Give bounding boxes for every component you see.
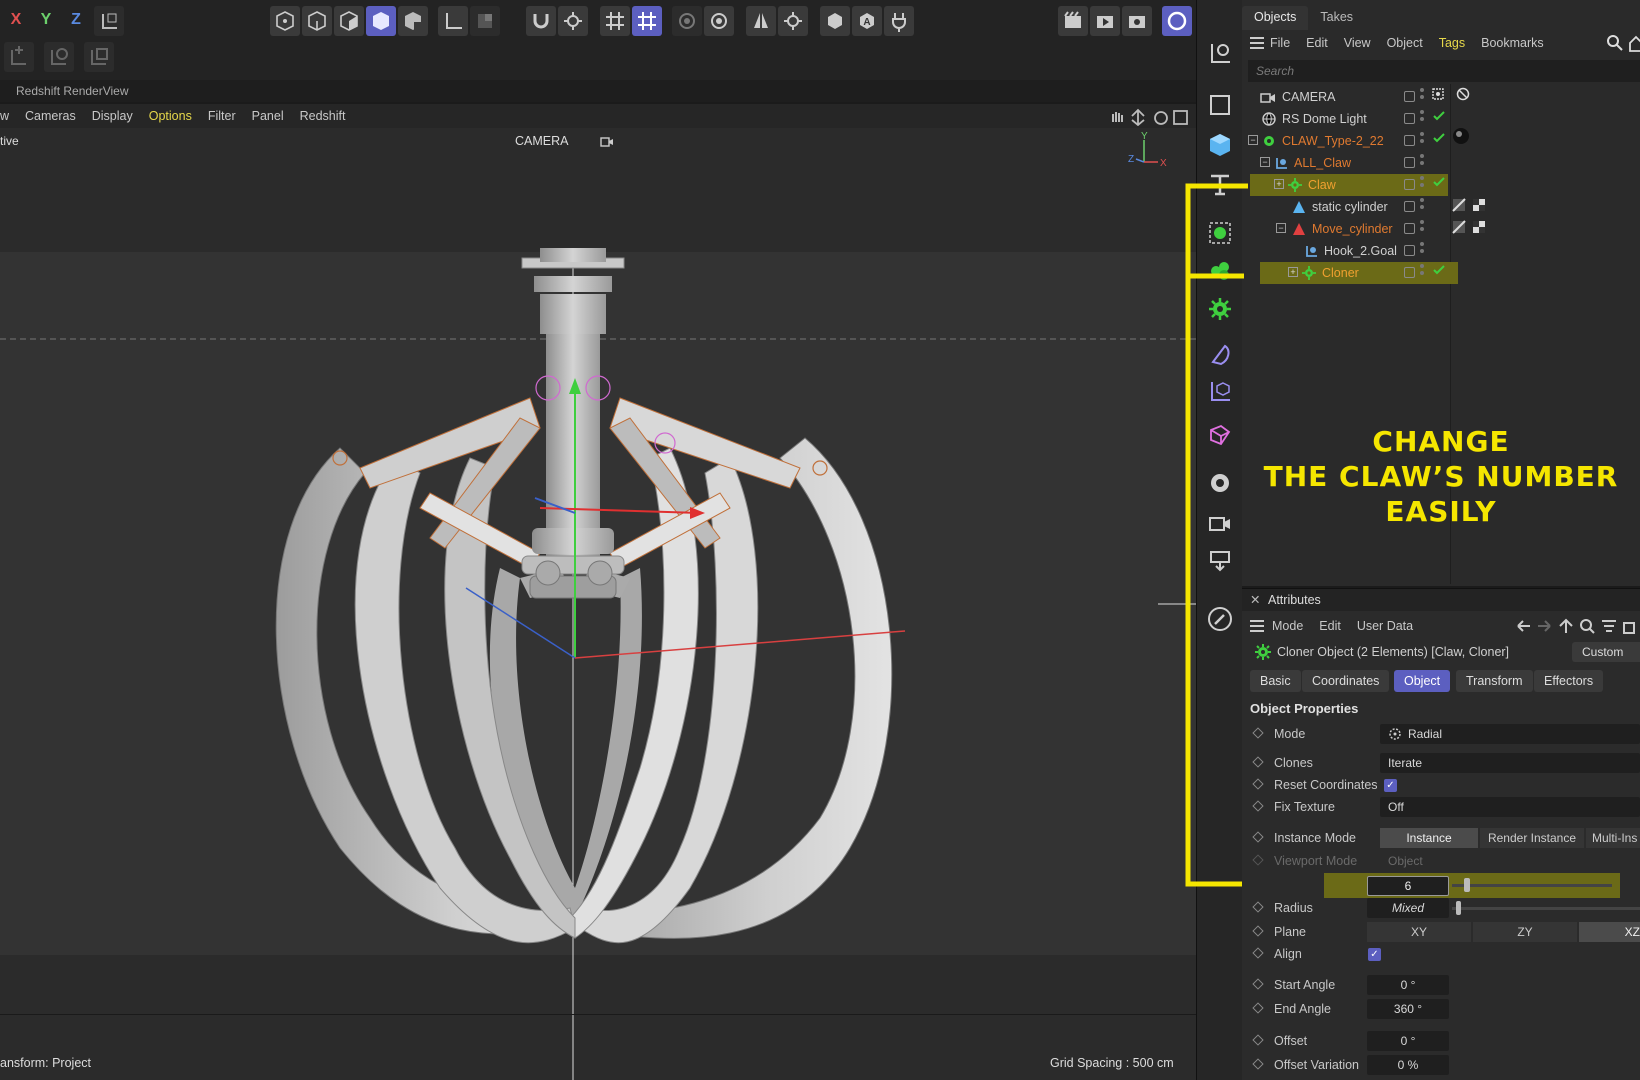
fix-texture-dropdown[interactable]: Off — [1380, 797, 1640, 817]
close-icon[interactable]: ✕ — [1250, 589, 1260, 611]
prop-label: Reset Coordinates — [1274, 778, 1378, 792]
annotation-line-1: CHANGE — [1372, 425, 1510, 458]
prop-label: Align — [1274, 947, 1302, 961]
plane-xz[interactable]: XZ — [1579, 922, 1640, 942]
prop-start-angle: Start Angle 0 ° — [1242, 975, 1640, 997]
prop-instance-mode: Instance Mode Instance Render Instance M… — [1242, 828, 1640, 850]
keyframe-diamond-icon[interactable] — [1252, 800, 1264, 812]
prop-align: Align ✓ — [1242, 944, 1640, 966]
radius-input[interactable]: Mixed — [1367, 898, 1449, 918]
attributes-object-title: Cloner Object (2 Elements) [Claw, Cloner… — [1277, 645, 1510, 659]
prop-offset-variation: Offset Variation 0 % — [1242, 1055, 1640, 1077]
attr-tab-object[interactable]: Object — [1394, 670, 1451, 692]
attr-menu-mode[interactable]: Mode — [1272, 619, 1303, 633]
offset-input[interactable]: 0 ° — [1367, 1031, 1449, 1051]
annotation-line-2: THE CLAW’S NUMBER — [1263, 460, 1619, 493]
prop-label: Plane — [1274, 925, 1306, 939]
keyframe-diamond-icon[interactable] — [1252, 978, 1264, 990]
keyframe-diamond-icon[interactable] — [1252, 1034, 1264, 1046]
prop-viewport-mode: Viewport Mode Object — [1242, 851, 1640, 873]
prop-plane: Plane XY ZY XZ — [1242, 922, 1640, 944]
viewport-mode-value: Object — [1388, 854, 1423, 868]
attr-tab-coordinates[interactable]: Coordinates — [1302, 670, 1390, 692]
prop-fix-texture: Fix Texture Off — [1242, 797, 1640, 819]
prop-reset-coordinates: Reset Coordinates ✓ — [1242, 775, 1640, 797]
attributes-lower: Radius Mixed Plane XY ZY XZ Align ✓ Star… — [1242, 898, 1640, 1080]
keyframe-diamond-icon[interactable] — [1252, 1058, 1264, 1070]
end-angle-input[interactable]: 360 ° — [1367, 999, 1449, 1019]
attr-tab-effectors[interactable]: Effectors — [1534, 670, 1604, 692]
attr-menu-user-data[interactable]: User Data — [1357, 619, 1413, 633]
attr-tab-transform[interactable]: Transform — [1456, 670, 1533, 692]
prop-clones: Clones Iterate — [1242, 753, 1640, 775]
custom-layout-button[interactable]: Custom — [1572, 642, 1640, 662]
keyframe-diamond-icon[interactable] — [1252, 778, 1264, 790]
reset-coordinates-checkbox[interactable]: ✓ — [1384, 779, 1397, 792]
object-properties-heading: Object Properties — [1250, 701, 1359, 716]
attr-menu-edit[interactable]: Edit — [1319, 619, 1341, 633]
prop-label: Fix Texture — [1274, 800, 1335, 814]
radius-slider-handle[interactable] — [1456, 901, 1461, 915]
prop-label: Mode — [1274, 727, 1306, 741]
offset-variation-input[interactable]: 0 % — [1367, 1055, 1449, 1075]
keyframe-diamond-icon[interactable] — [1252, 947, 1264, 959]
attr-tab-basic[interactable]: Basic — [1250, 670, 1301, 692]
prop-label: Start Angle — [1274, 978, 1336, 992]
attributes-header: ✕ Attributes — [1242, 589, 1640, 611]
mode-value: Radial — [1408, 727, 1443, 741]
prop-radius: Radius Mixed — [1242, 898, 1640, 920]
prop-label: Instance Mode — [1274, 831, 1356, 845]
prop-label: Offset Variation — [1274, 1058, 1359, 1072]
plane-xy[interactable]: XY — [1367, 922, 1471, 942]
attr-nav-icons[interactable] — [1514, 617, 1640, 635]
count-slider-handle[interactable] — [1464, 878, 1470, 892]
instance-mode-multi-instance[interactable]: Multi-Ins — [1586, 828, 1640, 848]
keyframe-diamond-icon[interactable] — [1252, 901, 1264, 913]
keyframe-diamond-icon[interactable] — [1252, 756, 1264, 768]
keyframe-diamond-icon[interactable] — [1252, 831, 1264, 843]
keyframe-diamond-icon[interactable] — [1252, 727, 1264, 739]
keyframe-diamond-icon — [1252, 854, 1264, 866]
annotation-callout: CHANGE THE CLAW’S NUMBER EASILY — [1242, 424, 1640, 529]
instance-mode-instance[interactable]: Instance — [1380, 828, 1478, 848]
instance-mode-render-instance[interactable]: Render Instance — [1480, 828, 1584, 848]
radial-mode-icon — [1389, 728, 1401, 740]
prop-label: Offset — [1274, 1034, 1308, 1048]
prop-label: End Angle — [1274, 1002, 1331, 1016]
mode-dropdown[interactable]: Radial — [1380, 724, 1640, 744]
keyframe-diamond-icon[interactable] — [1252, 925, 1264, 937]
prop-label: Radius — [1274, 901, 1313, 915]
prop-end-angle: End Angle 360 ° — [1242, 999, 1640, 1021]
clones-dropdown[interactable]: Iterate — [1380, 753, 1640, 773]
hamburger-menu-icon[interactable] — [1242, 617, 1272, 635]
annotation-line-3: EASILY — [1385, 495, 1497, 528]
count-slider-track[interactable] — [1452, 884, 1612, 887]
align-checkbox[interactable]: ✓ — [1368, 948, 1381, 961]
plane-zy[interactable]: ZY — [1473, 922, 1577, 942]
keyframe-diamond-icon[interactable] — [1252, 1002, 1264, 1014]
prop-label: Viewport Mode — [1274, 854, 1358, 868]
prop-mode: Mode Radial — [1242, 724, 1640, 746]
count-input[interactable]: 6 — [1367, 876, 1449, 896]
prop-offset: Offset 0 ° — [1242, 1031, 1640, 1053]
prop-label: Clones — [1274, 756, 1313, 770]
radius-slider-track[interactable] — [1452, 907, 1640, 910]
start-angle-input[interactable]: 0 ° — [1367, 975, 1449, 995]
cloner-gear-icon — [1255, 644, 1271, 660]
attributes-title: Attributes — [1268, 593, 1321, 607]
